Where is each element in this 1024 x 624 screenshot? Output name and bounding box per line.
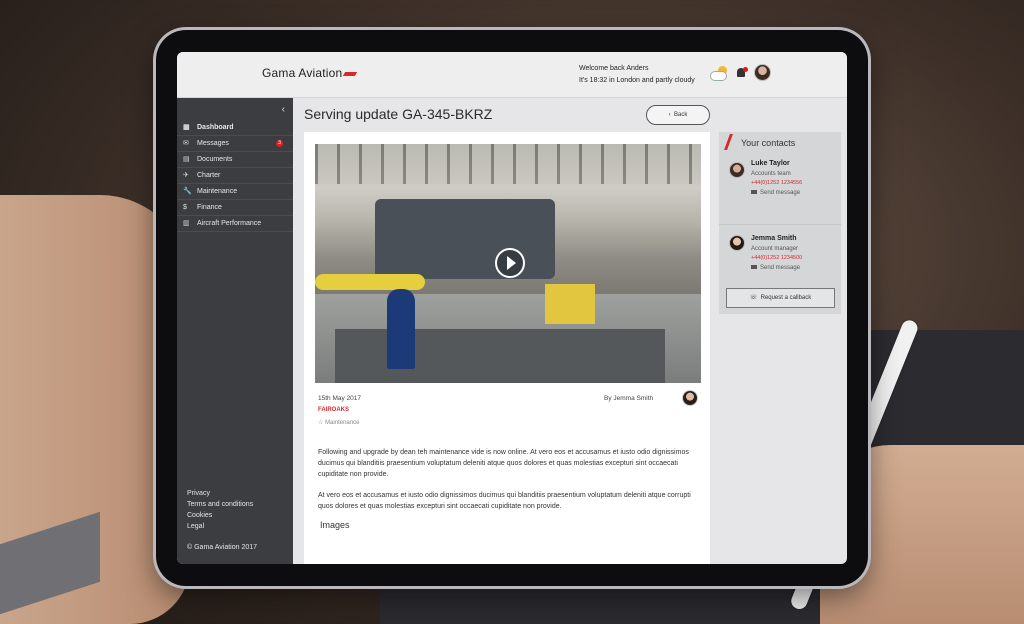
video-worker [387, 289, 415, 369]
sidebar-item-charter[interactable]: ✈ Charter [177, 168, 293, 184]
contact-card: Luke Taylor Accounts team +44(0)1252 123… [719, 160, 841, 230]
copyright: © Gama Aviation 2017 [187, 544, 258, 551]
user-avatar[interactable] [754, 64, 771, 81]
sidebar-item-label: Dashboard [197, 124, 234, 131]
article-paragraph: Following and upgrade by dean teh mainte… [318, 449, 689, 478]
accent-slash-icon [724, 134, 733, 150]
footer-link-privacy[interactable]: Privacy [187, 488, 253, 499]
author-avatar [682, 390, 698, 406]
video-hangar-roof [315, 144, 701, 184]
contacts-title: Your contacts [741, 138, 796, 148]
logo[interactable]: Gama Aviation [262, 66, 358, 80]
article-tag[interactable]: ☆ Maintenance [318, 419, 359, 426]
sidebar-item-dashboard[interactable]: ▦ Dashboard [177, 120, 293, 136]
collapse-sidebar-icon[interactable]: ‹ [282, 104, 285, 115]
article-location: FAIROAKS [318, 407, 350, 413]
envelope-icon: ✉ [183, 140, 189, 147]
send-message-link[interactable]: Send message [751, 265, 800, 271]
sidebar-item-maintenance[interactable]: 🔧 Maintenance [177, 184, 293, 200]
images-heading: Images [320, 520, 350, 530]
contact-role: Account manager [751, 246, 799, 252]
weather-status-text: It's 18:32 in London and partly cloudy [579, 77, 695, 84]
contact-role: Accounts team [751, 171, 791, 177]
sidebar-item-label: Messages [197, 140, 229, 147]
sidebar-item-aircraft-performance[interactable]: ▥ Aircraft Performance [177, 216, 293, 232]
header-icons [710, 64, 771, 81]
send-message-link[interactable]: Send message [751, 190, 800, 196]
wrench-icon: 🔧 [183, 188, 192, 195]
logo-mark-icon [343, 71, 358, 76]
messages-count-badge: 3 [276, 140, 283, 147]
video-yellow-hose [315, 274, 425, 290]
logo-text: Gama Aviation [262, 66, 343, 80]
contact-card: Jemma Smith Account manager +44(0)1252 1… [719, 224, 841, 295]
notification-dot [743, 66, 748, 72]
article-author: By Jemma Smith [604, 395, 654, 402]
video-player[interactable] [315, 144, 701, 383]
contact-phone[interactable]: +44(0)1252 1234500 [751, 255, 802, 261]
back-button[interactable]: ‹ Back [646, 105, 710, 125]
sidebar-item-documents[interactable]: ▤ Documents [177, 152, 293, 168]
phone-icon: ☏ [749, 295, 758, 301]
sidebar-item-label: Aircraft Performance [197, 220, 262, 227]
sidebar-item-label: Charter [197, 172, 221, 179]
sidebar: ‹ ▦ Dashboard ✉ Messages 3 ▤ Documents ✈ [177, 98, 293, 564]
sidebar-nav: ▦ Dashboard ✉ Messages 3 ▤ Documents ✈ C… [177, 120, 293, 232]
play-icon[interactable] [495, 248, 525, 278]
tablet-device: Gama Aviation Welcome back Anders It's 1… [156, 30, 868, 586]
envelope-icon [751, 190, 757, 195]
article-date: 15th May 2017 [318, 395, 362, 402]
page-title: Serving update GA-345-BKRZ [304, 106, 493, 122]
video-aircraft-part [375, 199, 555, 279]
send-message-label: Send message [760, 265, 801, 271]
dashboard-icon: ▦ [183, 124, 190, 131]
sidebar-item-label: Maintenance [197, 188, 238, 195]
sidebar-item-label: Finance [197, 204, 222, 211]
video-yellow-cart [545, 284, 595, 324]
contact-phone[interactable]: +44(0)1252 1234556 [751, 180, 802, 186]
airplane-icon: ✈ [183, 172, 189, 179]
footer-links: Privacy Terms and conditions Cookies Leg… [187, 488, 253, 532]
envelope-icon [751, 265, 757, 270]
contact-avatar [729, 235, 745, 251]
weather-partly-cloudy-icon [710, 65, 728, 81]
article-paragraph: At vero eos et accusamus et iusto odio d… [318, 492, 691, 510]
footer-link-legal[interactable]: Legal [187, 521, 253, 532]
request-callback-button[interactable]: ☏ Request a callback [726, 288, 835, 308]
contact-name: Jemma Smith [751, 235, 797, 242]
article-card: 15th May 2017 FAIROAKS ☆ Maintenance By … [304, 132, 710, 564]
sidebar-item-label: Documents [197, 156, 233, 163]
tablet-screen: Gama Aviation Welcome back Anders It's 1… [177, 52, 847, 564]
document-icon: ▤ [183, 156, 190, 163]
article-tag-label: Maintenance [325, 420, 360, 426]
send-message-label: Send message [760, 190, 801, 196]
back-label: Back [674, 112, 688, 118]
chevron-left-icon: ‹ [668, 112, 671, 118]
footer-link-terms[interactable]: Terms and conditions [187, 499, 253, 510]
sidebar-item-messages[interactable]: ✉ Messages 3 [177, 136, 293, 152]
welcome-text: Welcome back Anders [579, 65, 649, 72]
sidebar-item-finance[interactable]: $ Finance [177, 200, 293, 216]
footer-link-cookies[interactable]: Cookies [187, 510, 253, 521]
dollar-icon: $ [183, 204, 187, 211]
top-bar: Gama Aviation Welcome back Anders It's 1… [177, 52, 847, 98]
video-workbench [335, 329, 665, 383]
welcome-message: Welcome back Anders It's 18:32 in London… [579, 63, 695, 87]
bell-icon[interactable] [736, 66, 748, 79]
contacts-panel: Your contacts Luke Taylor Accounts team … [719, 132, 841, 314]
callback-label: Request a callback [760, 295, 812, 301]
contact-name: Luke Taylor [751, 160, 790, 167]
contact-avatar [729, 162, 745, 178]
chart-icon: ▥ [183, 220, 190, 227]
star-icon: ☆ [318, 420, 324, 426]
